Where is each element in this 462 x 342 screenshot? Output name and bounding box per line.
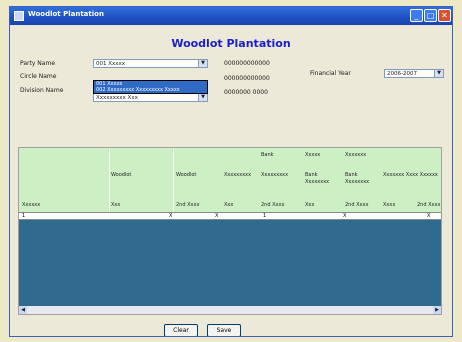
circle-name-label: Circle Name [20, 73, 57, 80]
grid-header-mid: Xxxxxxxxx [224, 172, 252, 178]
grid-header-bottom: Xxx [111, 202, 121, 208]
grid-header-bottom: Xxx [305, 202, 315, 208]
party-name-label: Party Name [20, 60, 56, 67]
code-3: 0000000 0000 [224, 89, 268, 96]
grid-header-mid2: Xxxxxxxx [305, 179, 330, 185]
division-name-combo[interactable]: Xxxxxxxxx Xxx ▼ [93, 93, 208, 102]
row-cell[interactable]: X [343, 213, 346, 219]
save-button[interactable]: Save [207, 324, 241, 336]
division-name-value: Xxxxxxxxx Xxx [96, 95, 138, 101]
table-row[interactable]: 1 X X 1 X X [19, 212, 441, 220]
minimize-button[interactable]: _ [410, 9, 423, 22]
grid-header-bottom: Xxxxxx [22, 202, 41, 208]
app-window: Woodlot Plantation _ □ ✕ Woodlot Plantat… [9, 6, 453, 337]
grid-header-mid2: Xxxxxxxx [345, 179, 370, 185]
app-icon [14, 11, 24, 21]
scroll-right-icon[interactable]: ▶ [433, 306, 441, 314]
grid-header-bottom: Xxx [224, 202, 234, 208]
grid-header-bottom: 2nd Xxxx [176, 202, 200, 208]
code-1: 000000000000 [224, 60, 270, 67]
financial-year-value: 2006-2007 [387, 71, 417, 77]
row-cell[interactable]: X [427, 213, 430, 219]
row-cell[interactable]: 1 [263, 213, 266, 219]
grid-header-mid: Bank [305, 172, 318, 178]
maximize-button[interactable]: □ [424, 9, 437, 22]
clear-button[interactable]: Clear [164, 324, 198, 336]
chevron-down-icon[interactable]: ▼ [434, 70, 443, 77]
dropdown-item[interactable]: 002 Xxxxxxxxx Xxxxxxxxx Xxxxx [94, 87, 207, 93]
financial-year-combo[interactable]: 2006-2007 ▼ [384, 69, 444, 78]
grid-header-mid: Xxxxxxxxx [261, 172, 289, 178]
grid-header-top: Xxxxxxx [345, 152, 367, 158]
grid-empty-area [19, 220, 441, 306]
plantation-grid: Bank Xxxxx Xxxxxxx Woodlot Woodlot Xxxxx… [18, 147, 442, 315]
grid-header: Bank Xxxxx Xxxxxxx Woodlot Woodlot Xxxxx… [19, 148, 441, 212]
party-name-dropdown-list: 001 Xxxxx 002 Xxxxxxxxx Xxxxxxxxx Xxxxx [93, 80, 208, 94]
horizontal-scrollbar[interactable]: ◀ ▶ [19, 306, 441, 314]
row-cell[interactable]: X [215, 213, 218, 219]
chevron-down-icon[interactable]: ▼ [198, 60, 207, 67]
grid-header-top: Bank [261, 152, 274, 158]
close-button[interactable]: ✕ [438, 9, 451, 22]
division-name-label: Division Name [20, 87, 64, 94]
grid-header-bottom: 2nd Xxxx [261, 202, 285, 208]
grid-header-top: Xxxxx [305, 152, 321, 158]
form-title: Woodlot Plantation [171, 37, 291, 50]
code-2: 000000000000 [224, 75, 270, 82]
chevron-down-icon[interactable]: ▼ [198, 94, 207, 101]
grid-header-bottom: Xxxx [383, 202, 396, 208]
row-cell[interactable]: 1 [22, 213, 25, 219]
row-cell[interactable]: X [169, 213, 172, 219]
financial-year-label: Financial Year [310, 70, 351, 77]
grid-header-mid: Xxxxxxx Xxxx Xxxxxx [383, 172, 438, 178]
scroll-left-icon[interactable]: ◀ [19, 306, 27, 314]
grid-header-mid: Woodlot [176, 172, 197, 178]
party-name-combo[interactable]: 001 Xxxxx ▼ [93, 59, 208, 68]
window-title: Woodlot Plantation [28, 10, 104, 18]
grid-header-mid: Woodlot [111, 172, 132, 178]
party-name-value: 001 Xxxxx [96, 61, 126, 67]
grid-header-bottom: 2nd Xxxx [417, 202, 441, 208]
title-bar: Woodlot Plantation _ □ ✕ [10, 7, 452, 25]
grid-header-mid: Bank [345, 172, 358, 178]
grid-header-bottom: 2nd Xxxx [345, 202, 369, 208]
